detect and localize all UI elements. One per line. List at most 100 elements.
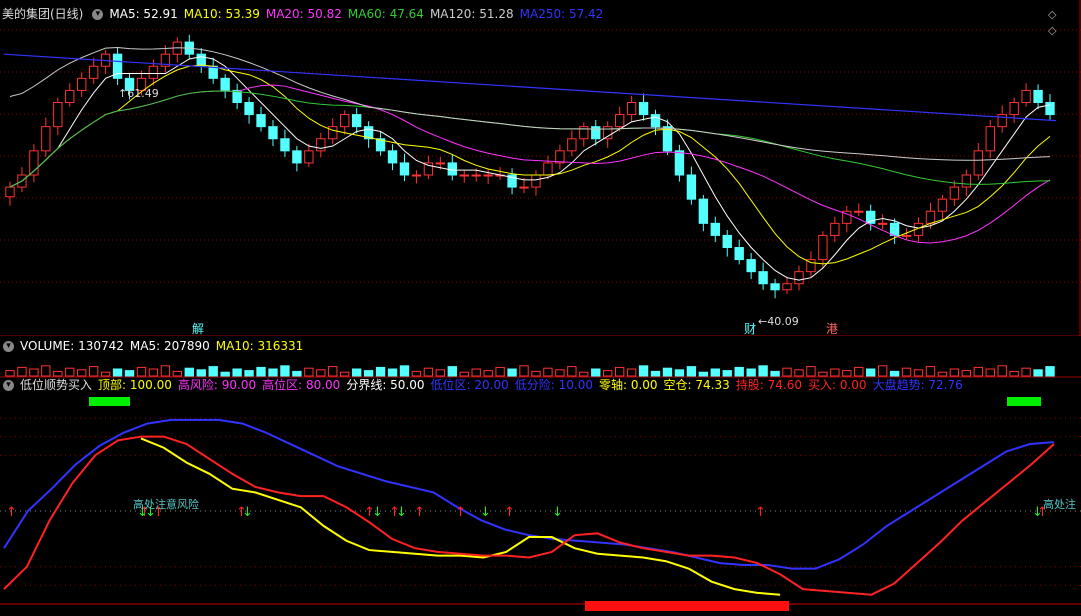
volume-bar [686,366,697,377]
volume-bar [889,370,900,377]
volume-bar [196,369,206,377]
volume-bar [328,366,338,377]
volume-bar [985,368,995,377]
volume-bar [937,371,948,377]
candle-body [340,114,350,128]
volume-bar [662,367,673,377]
volume-bar [53,370,63,377]
volume-bar [710,368,720,377]
volume-bar [519,365,529,377]
candle-body [1021,89,1031,103]
ma20-line [9,84,1051,244]
indicator-legend-item-7: 空仓: 74.33 [663,378,730,392]
signal-block-right [1007,397,1041,406]
indicator-header: ▾ 低位顺势买入 顶部: 100.00 高风险: 90.00 高位区: 80.00 分界线… [0,377,975,393]
volume-bar [842,370,852,377]
volume-bar [949,368,960,377]
candle-body [244,102,254,116]
indicator-legend-item-9: 买入: 0.00 [807,378,867,392]
candle-body [877,222,888,225]
candle-body [674,150,685,176]
volume-bar [5,370,15,377]
volume-bar [148,368,159,377]
volume-bar [626,368,637,377]
volume-bar [88,366,99,377]
candle-body [782,283,792,291]
candle-body [937,198,948,212]
volume-bar [292,370,302,377]
candle-body [483,174,493,177]
candle-body [411,174,422,177]
volume-bar [280,365,290,377]
volume-bar [375,366,386,377]
volume-bar [973,366,983,377]
volume-bar [555,369,565,377]
candle-body [519,186,529,189]
candle-body [722,234,732,249]
candle-body [889,222,900,236]
down-arrow-icon: ↓ [552,505,563,520]
down-arrow-icon: ↓ [242,505,253,520]
volume-bar [411,370,422,377]
volume-bar [387,368,398,377]
candle-body [985,126,995,152]
risk-text: 高处注意风险 [133,497,199,511]
candle-body [638,102,649,116]
volume-bar [722,370,732,377]
candle-body [997,114,1007,128]
event-marker-gang: 港 [826,322,838,336]
volume-bar [351,368,362,377]
ma60-line [9,90,1051,188]
volume-bar [304,367,314,377]
candle-body [770,283,780,291]
volume-bar [124,370,135,377]
candle-body [543,162,553,176]
candle-body [447,162,457,176]
candle-body [1009,102,1019,116]
volume-bar [1021,367,1031,377]
candle-body [901,234,912,237]
indicator-legend-item-5: 低分险: 10.00 [514,378,593,392]
volume-bar [770,370,780,377]
indicator-settings-icon[interactable]: ▾ [3,380,14,391]
volume-bar [256,366,266,377]
volume-bar [961,370,972,377]
volume-bar [483,370,493,377]
volume-bar [913,369,924,377]
volume-bar [316,369,326,377]
indicator-legend-item-2: 高位区: 80.00 [262,378,341,392]
volume-bar [806,366,816,377]
volume-bar [41,365,51,377]
volume-bar [136,366,147,377]
candle-body [53,102,63,128]
low-price-label: ←40.09 [758,315,799,328]
candle-body [734,247,744,261]
candle-body [949,186,960,200]
candle-body [268,126,278,140]
volume-bar [435,369,446,377]
volume-bar [112,368,123,377]
volume-chart [0,365,1081,378]
indicator-legend-item-3: 分界线: 50.00 [346,378,425,392]
candle-body [88,65,99,79]
up-arrow-icon: ↑ [6,505,17,520]
ma250-line [3,53,1057,122]
volume-bar [172,370,183,377]
candle-body [471,174,481,177]
down-arrow-icon: ↓ [480,505,491,520]
volume-bar [423,367,434,377]
indicator-legend-item-8: 持股: 74.60 [735,378,802,392]
down-arrow-icon: ↓ [1032,505,1043,520]
volume-bar [399,365,410,377]
indicator-legend: 顶部: 100.00 高风险: 90.00 高位区: 80.00 分界线: 50.00… [98,378,969,392]
volume-bar [220,371,230,377]
candle-body [698,198,709,224]
volume-bar [877,365,888,377]
volume-bar [459,371,469,377]
candle-body [818,234,828,261]
up-arrow-icon: ↑ [414,505,425,520]
volume-bar [208,366,218,377]
candle-body [686,174,697,200]
up-arrow-icon: ↑ [455,505,466,520]
volume-bar [268,368,278,377]
